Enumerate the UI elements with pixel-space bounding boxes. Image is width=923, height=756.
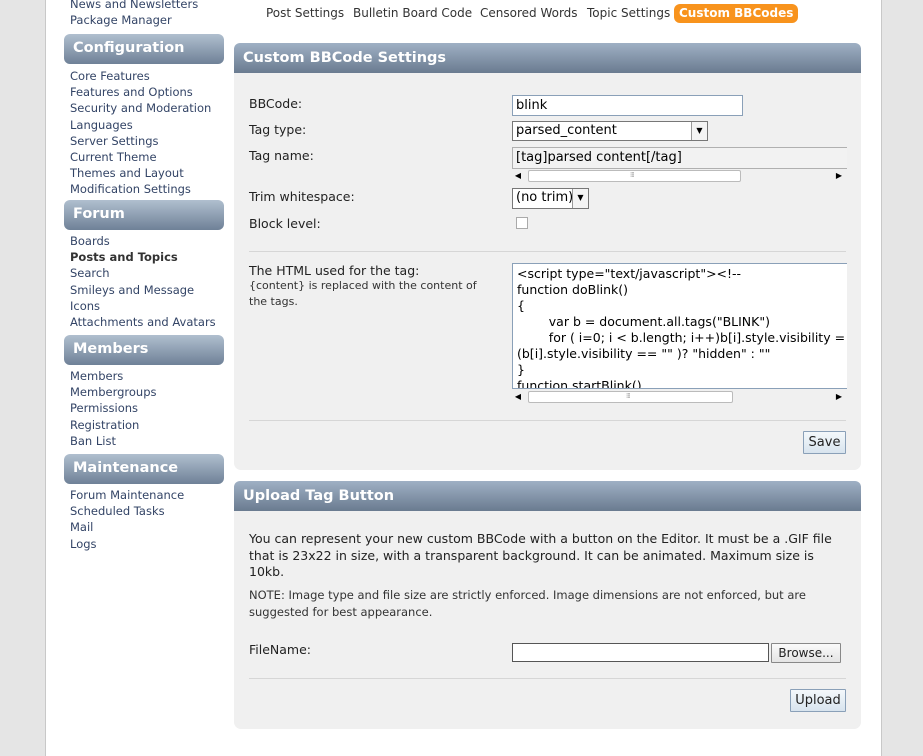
upload-tag-button-panel: You can represent your new custom BBCode… <box>234 511 861 729</box>
sidebar-header-members[interactable]: Members <box>64 335 224 365</box>
tag-name-label: Tag name: <box>249 148 314 163</box>
custom-bbcode-settings-header: Custom BBCode Settings <box>234 43 861 73</box>
sidebar-item-themes-and-layout[interactable]: Themes and Layout <box>64 165 224 181</box>
tab-censored-words[interactable]: Censored Words <box>480 4 578 23</box>
upload-description: You can represent your new custom BBCode… <box>249 531 832 579</box>
sidebar-item-registration[interactable]: Registration <box>64 417 224 433</box>
sidebar-item-modification-settings[interactable]: Modification Settings <box>64 181 224 197</box>
sidebar-header-maintenance[interactable]: Maintenance <box>64 454 224 484</box>
trim-whitespace-label: Trim whitespace: <box>249 189 355 204</box>
html-label: The HTML used for the tag: <box>249 263 420 278</box>
sidebar-item-security-and-moderation[interactable]: Security and Moderation <box>64 100 224 116</box>
upload-button[interactable]: Upload <box>790 689 846 712</box>
scrollbar-thumb[interactable] <box>528 170 741 182</box>
sidebar-item-package-manager[interactable]: Package Manager <box>64 12 224 28</box>
upload-note: NOTE: Image type and file size are stric… <box>249 588 806 619</box>
scroll-right-icon[interactable]: ▶ <box>833 390 845 404</box>
sidebar-section-forum: Forum Boards Posts and Topics Search Smi… <box>64 200 224 330</box>
tag-type-label: Tag type: <box>249 122 307 137</box>
html-note: {content} is replaced with the content o… <box>249 279 477 308</box>
sidebar-item-smileys-and-message[interactable]: Smileys and Message <box>64 282 224 298</box>
tab-topic-settings[interactable]: Topic Settings <box>587 4 670 23</box>
sidebar-section-maintenance: Maintenance Forum Maintenance Scheduled … <box>64 454 224 552</box>
sidebar-top-links: News and Newsletters Package Manager <box>64 0 224 28</box>
upload-tag-button-header: Upload Tag Button <box>234 481 861 511</box>
sidebar-header-forum[interactable]: Forum <box>64 200 224 230</box>
sidebar-item-core-features[interactable]: Core Features <box>64 68 224 84</box>
trim-whitespace-select[interactable]: (no trim) ▼ <box>512 188 589 209</box>
sidebar-item-server-settings[interactable]: Server Settings <box>64 133 224 149</box>
tab-post-settings[interactable]: Post Settings <box>266 4 344 23</box>
browse-button[interactable]: Browse... <box>771 643 841 663</box>
sidebar-section-members: Members Members Membergroups Permissions… <box>64 335 224 449</box>
sidebar-header-configuration[interactable]: Configuration <box>64 34 224 64</box>
sidebar-item-boards[interactable]: Boards <box>64 233 224 249</box>
divider <box>249 420 846 421</box>
trim-whitespace-selected: (no trim) <box>516 190 574 205</box>
divider <box>249 678 846 679</box>
tag-type-selected: parsed_content <box>516 123 617 138</box>
tag-type-select[interactable]: parsed_content ▼ <box>512 121 708 141</box>
bbcode-label: BBCode: <box>249 96 303 111</box>
tab-custom-bbcodes[interactable]: Custom BBCodes <box>674 4 799 23</box>
block-level-checkbox[interactable] <box>516 217 528 229</box>
grip-icon: ⁞⁞⁞ <box>626 392 631 400</box>
sidebar-item-members[interactable]: Members <box>64 368 224 384</box>
sidebar-item-mail[interactable]: Mail <box>64 519 224 535</box>
block-level-label: Block level: <box>249 216 321 231</box>
filename-input[interactable] <box>512 643 769 662</box>
sidebar-item-features-and-options[interactable]: Features and Options <box>64 84 224 100</box>
scroll-left-icon[interactable]: ◀ <box>512 169 524 183</box>
tag-name-scrollbar[interactable]: ◀ ⁞⁞⁞ ▶ <box>512 169 847 183</box>
scroll-left-icon[interactable]: ◀ <box>512 390 524 404</box>
html-code-textarea[interactable]: <script type="text/javascript"><!-- func… <box>512 263 847 389</box>
sidebar-item-news-and-newsletters[interactable]: News and Newsletters <box>64 0 224 12</box>
sidebar-item-membergroups[interactable]: Membergroups <box>64 384 224 400</box>
sidebar-item-forum-maintenance[interactable]: Forum Maintenance <box>64 487 224 503</box>
sidebar-item-logs[interactable]: Logs <box>64 536 224 552</box>
bbcode-input[interactable]: blink <box>512 95 743 116</box>
tag-name-input[interactable]: [tag]parsed content[/tag] <box>512 147 847 169</box>
sidebar-item-current-theme[interactable]: Current Theme <box>64 149 224 165</box>
tab-bulletin-board-code[interactable]: Bulletin Board Code <box>353 4 472 23</box>
filename-label: FileName: <box>249 642 312 657</box>
sidebar-item-posts-and-topics[interactable]: Posts and Topics <box>64 249 224 265</box>
chevron-down-icon[interactable]: ▼ <box>572 189 588 208</box>
scrollbar-thumb[interactable] <box>528 391 733 403</box>
custom-bbcode-settings-panel: BBCode: blink Tag type: parsed_content ▼… <box>234 73 861 470</box>
sidebar-item-attachments-and-avatars[interactable]: Attachments and Avatars <box>64 314 224 330</box>
divider <box>249 251 846 252</box>
sidebar-item-languages[interactable]: Languages <box>64 117 224 133</box>
sidebar-item-search[interactable]: Search <box>64 265 224 281</box>
scroll-right-icon[interactable]: ▶ <box>833 169 845 183</box>
sidebar-item-ban-list[interactable]: Ban List <box>64 433 224 449</box>
chevron-down-icon[interactable]: ▼ <box>691 122 707 140</box>
grip-icon: ⁞⁞⁞ <box>630 171 635 179</box>
sidebar-item-permissions[interactable]: Permissions <box>64 400 224 416</box>
sidebar-section-configuration: Configuration Core Features Features and… <box>64 34 224 198</box>
html-code-scrollbar[interactable]: ◀ ⁞⁞⁞ ▶ <box>512 390 847 404</box>
sidebar-item-icons[interactable]: Icons <box>64 298 224 314</box>
save-button[interactable]: Save <box>803 431 846 454</box>
sidebar-item-scheduled-tasks[interactable]: Scheduled Tasks <box>64 503 224 519</box>
